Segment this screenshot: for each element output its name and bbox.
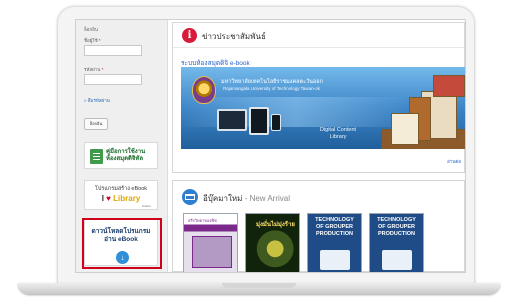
new-arrival-subtitle: - New Arrival (242, 194, 291, 203)
read-more-link[interactable]: อ่านต่อ (447, 158, 461, 165)
cover-title-line: TECHNOLOGY (315, 217, 354, 223)
login-heading: ล็อกอิน (84, 27, 98, 32)
caption-line2: Library (329, 134, 347, 140)
forgot-password-link[interactable]: » ลืมรหัสผ่าน (84, 97, 110, 104)
ebook-builder-banner[interactable]: โปรแกรมสร้าง eBook I ♥ Library builder (84, 180, 158, 210)
username-label-text: ชื่อผู้ใช้ (84, 38, 98, 43)
manual-book-icon (90, 149, 103, 164)
ebook-builder-title: โปรแกรมสร้าง eBook (94, 186, 148, 192)
manual-banner-line1: คู่มือการใช้งาน (106, 149, 146, 155)
required-mark: * (101, 67, 104, 72)
ebook-cover-image (192, 236, 232, 268)
ebook-cover-title: TECHNOLOGY OF GROUPER PRODUCTION (308, 217, 361, 238)
ebook-cover-image (382, 250, 412, 270)
caption-line1: Digital Content (319, 127, 357, 133)
banner-light-streak (181, 97, 411, 127)
new-arrival-title-th: อีบุ๊คมาใหม่ (203, 194, 243, 203)
ebook-cover-title: มุ่งมั่นไม่มุ่งร้าย (256, 222, 295, 228)
manual-banner[interactable]: คู่มือการใช้งาน ห้องสมุดดิจิทัล (84, 142, 158, 169)
builder-caption: builder (141, 204, 151, 208)
new-arrival-title: อีบุ๊คมาใหม่ - New Arrival (203, 192, 290, 205)
open-book-icon (182, 189, 198, 205)
news-title: ข่าวประชาสัมพันธ์ (202, 32, 266, 41)
university-seal-icon (192, 76, 216, 104)
book-shape (433, 75, 465, 97)
username-label: ชื่อผู้ใช้ * (84, 37, 101, 44)
ebook-cover[interactable]: TECHNOLOGY OF GROUPER PRODUCTION (369, 213, 424, 272)
ebook-cover-title: TECHNOLOGY OF GROUPER PRODUCTION (370, 217, 423, 238)
laptop-screen: ล็อกอิน ชื่อผู้ใช้ * รหัสผ่าน * » ลืมรหั… (75, 19, 466, 273)
cover-title-line: OF GROUPER (316, 224, 353, 230)
password-label: รหัสผ่าน * (84, 66, 103, 73)
main-content: i ข่าวประชาสัมพันธ์ ระบบห้องสมุดดิจิ e-b… (172, 20, 465, 272)
news-header: i ข่าวประชาสัมพันธ์ (173, 23, 464, 48)
login-sidebar: ล็อกอิน ชื่อผู้ใช้ * รหัสผ่าน * » ลืมรหั… (76, 20, 168, 272)
ebook-cover-image (320, 250, 350, 270)
ebook-cover[interactable]: มุ่งมั่นไม่มุ่งร้าย (245, 213, 300, 272)
monitor-icon (217, 109, 247, 131)
cover-title-line: PRODUCTION (316, 231, 353, 237)
password-input[interactable] (84, 74, 142, 85)
required-mark: * (98, 38, 101, 43)
phone-icon (271, 114, 281, 131)
manual-banner-text: คู่มือการใช้งาน ห้องสมุดดิจิทัล (106, 149, 145, 163)
login-button[interactable]: ล็อกอิน (84, 118, 108, 130)
digital-library-banner[interactable]: มหาวิทยาลัยเทคโนโลยีราชมงคลตะวันออก Raja… (181, 67, 465, 149)
manual-banner-line2: ห้องสมุดดิจิทัล (106, 156, 144, 162)
new-arrival-panel: อีบุ๊คมาใหม่ - New Arrival สรีรวิทยาของพ… (172, 180, 465, 272)
red-highlight-box (82, 218, 162, 269)
book-stack-image (381, 67, 465, 149)
cover-title-line: OF GROUPER (378, 224, 415, 230)
university-name-en: Rajamangala University of Technology Taw… (223, 86, 320, 91)
news-panel: i ข่าวประชาสัมพันธ์ ระบบห้องสมุดดิจิ e-b… (172, 22, 465, 173)
i-love-library-logo: I ♥ Library (85, 194, 157, 203)
book-shape (391, 113, 419, 145)
digital-content-caption: Digital Content Library (309, 127, 367, 141)
cover-title-line: TECHNOLOGY (377, 217, 416, 223)
university-name-th: มหาวิทยาลัยเทคโนโลยีราชมงคลตะวันออก (221, 79, 323, 85)
laptop-notch (222, 283, 296, 288)
ebook-cover[interactable]: TECHNOLOGY OF GROUPER PRODUCTION (307, 213, 362, 272)
logo-i: I (101, 194, 104, 203)
ebook-cover-title: สรีรวิทยาของพืช (188, 218, 217, 223)
ebook-cover[interactable]: สรีรวิทยาของพืช (183, 213, 238, 272)
cover-title-line: PRODUCTION (378, 231, 415, 237)
info-icon: i (182, 28, 197, 43)
logo-library: Library (113, 194, 141, 203)
password-label-text: รหัสผ่าน (84, 67, 101, 72)
ebook-cover-list: สรีรวิทยาของพืช มุ่งมั่นไม่มุ่งร้าย TECH… (183, 213, 464, 272)
tablet-icon (249, 107, 269, 135)
heart-icon: ♥ (106, 194, 111, 203)
username-input[interactable] (84, 45, 142, 56)
